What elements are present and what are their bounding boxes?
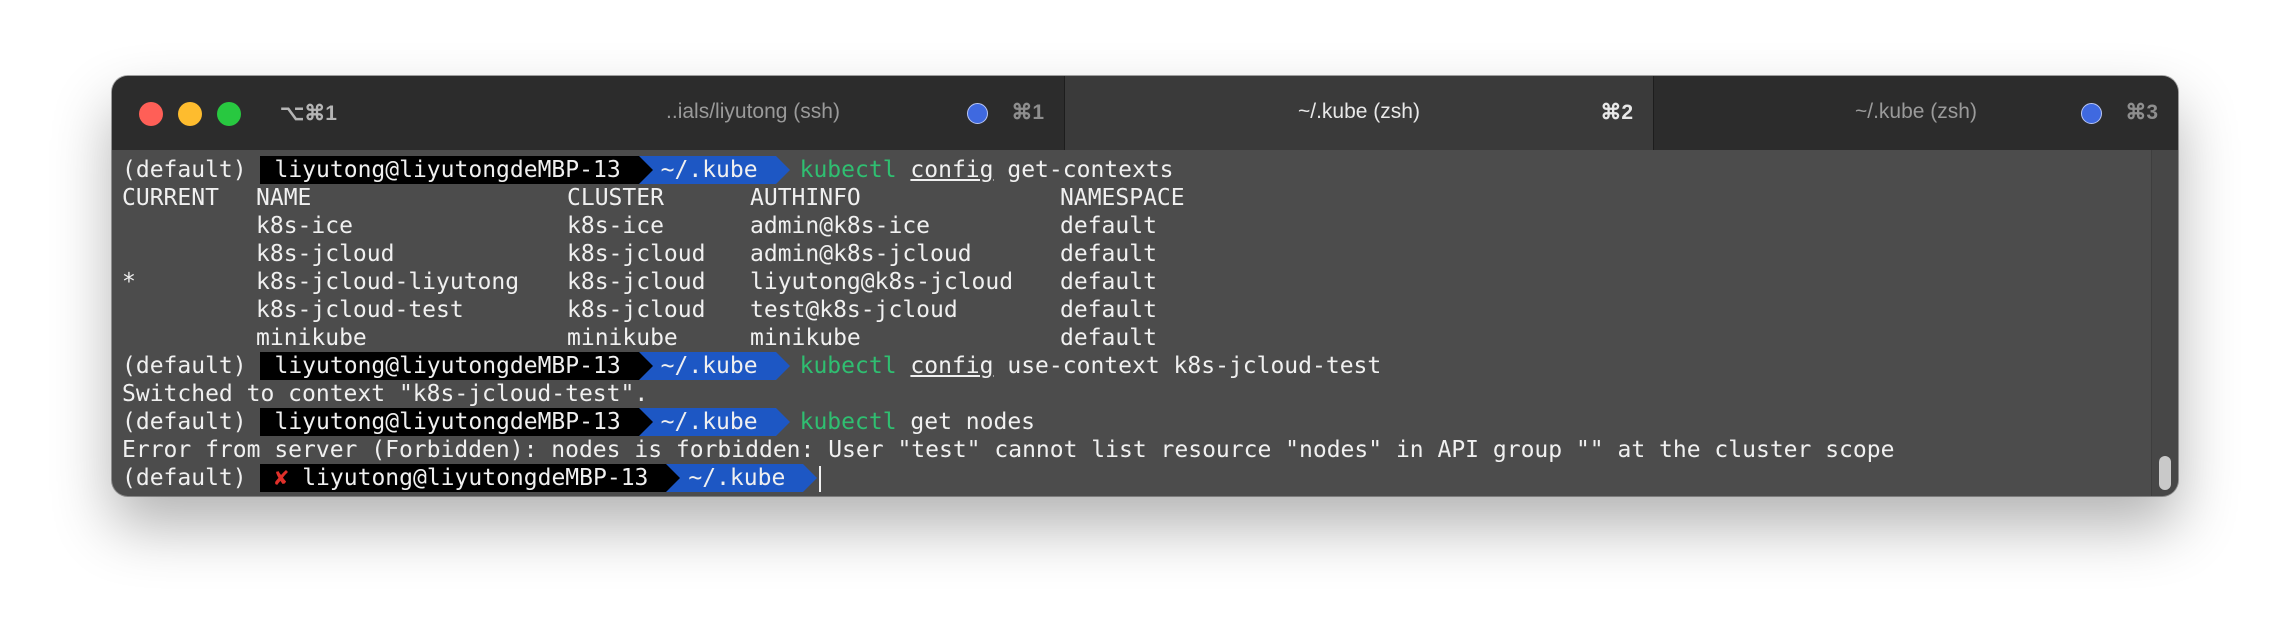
tab-ssh[interactable]: ..ials/liyutong (ssh) ⌘1 (442, 76, 1064, 150)
cell-cluster: k8s-ice (567, 213, 664, 239)
cell-name: k8s-ice (256, 213, 353, 239)
command: kubectl get nodes (800, 409, 1035, 435)
tab-kube[interactable]: ~/.kube (zsh) ⌘3 (1654, 76, 2178, 150)
table-row: k8s-jcloud k8s-jcloud admin@k8s-jcloud defa… (122, 240, 2152, 268)
col-cluster: CLUSTER (567, 185, 664, 211)
prompt-user-host: liyutong@liyutongdeMBP-13 (260, 156, 653, 184)
table-header: CURRENT NAME CLUSTER AUTHINFO NAMESPACE (122, 184, 2152, 212)
prompt-env: (default) (122, 465, 247, 491)
terminal-window: ⌥⌘1 ..ials/liyutong (ssh) ⌘1 ~/.kube (zs… (112, 76, 2178, 496)
scrollbar-thumb[interactable] (2159, 456, 2171, 490)
cell-authinfo: liyutong@k8s-jcloud (750, 269, 1014, 295)
prompt-user-host-error: ✘ liyutong@liyutongdeMBP-13 (260, 464, 681, 492)
activity-dot-icon (2081, 103, 2102, 124)
command-sub: config (910, 157, 994, 183)
cell-authinfo: test@k8s-jcloud (750, 297, 958, 323)
col-namespace: NAMESPACE (1060, 185, 1185, 211)
command: kubectl config use-context k8s-jcloud-te… (800, 353, 1382, 379)
command-args: get nodes (910, 409, 1036, 435)
cell-name: k8s-jcloud-test (256, 297, 464, 323)
table-row: k8s-jcloud-test k8s-jcloud test@k8s-jcloud… (122, 296, 2152, 324)
scrollbar[interactable] (2151, 150, 2178, 496)
cell-cluster: minikube (567, 325, 678, 351)
cell-namespace: default (1060, 325, 1157, 351)
prompt-env: (default) (122, 409, 247, 435)
window-shortcut: ⌥⌘1 (280, 102, 337, 125)
command-args: get-contexts (1007, 157, 1174, 183)
prompt-dir: ~/.kube (638, 408, 790, 436)
minimize-button[interactable] (178, 102, 202, 126)
output-line: Switched to context "k8s-jcloud-test". (122, 381, 649, 407)
activity-dot-icon (967, 103, 988, 124)
prompt-user-host: liyutong@liyutongdeMBP-13 (302, 465, 649, 491)
command-bin: kubectl (799, 409, 897, 435)
current-prompt-line[interactable]: (default) ✘ liyutong@liyutongdeMBP-13 ~/.… (122, 464, 2152, 492)
cell-current: * (122, 269, 136, 295)
tab-shortcut: ⌘1 (1011, 101, 1044, 124)
prompt-env: (default) (122, 157, 247, 183)
command-sub: config (910, 353, 994, 379)
table-row: k8s-ice k8s-ice admin@k8s-ice default (122, 212, 2152, 240)
prompt-user-host: liyutong@liyutongdeMBP-13 (260, 408, 653, 436)
tab-title: ~/.kube (zsh) (1298, 100, 1420, 123)
prompt-dir: ~/.kube (638, 352, 790, 380)
prompt-line: (default) liyutong@liyutongdeMBP-13 ~/.ku… (122, 408, 2152, 436)
cell-name: k8s-jcloud (256, 241, 395, 267)
prompt-line: (default) liyutong@liyutongdeMBP-13 ~/.ku… (122, 352, 2152, 380)
cell-cluster: k8s-jcloud (567, 269, 706, 295)
cell-name: k8s-jcloud-liyutong (256, 269, 520, 295)
text-cursor (819, 465, 822, 492)
prompt-line: (default) liyutong@liyutongdeMBP-13 ~/.ku… (122, 156, 2152, 184)
cell-namespace: default (1060, 241, 1157, 267)
error-x-icon: ✘ (274, 465, 289, 491)
command-bin: kubectl (799, 353, 897, 379)
table-row: * k8s-jcloud-liyutong k8s-jcloud liyutong@k… (122, 268, 2152, 296)
error-output-line: Error from server (Forbidden): nodes is … (122, 437, 1895, 463)
command-bin: kubectl (799, 157, 897, 183)
col-name: NAME (256, 185, 312, 211)
cell-namespace: default (1060, 213, 1157, 239)
prompt-env: (default) (122, 353, 247, 379)
tab-kube-active[interactable]: ~/.kube (zsh) ⌘2 (1064, 76, 1654, 150)
cell-namespace: default (1060, 269, 1157, 295)
tab-shortcut: ⌘3 (2125, 101, 2158, 124)
cell-authinfo: minikube (750, 325, 861, 351)
terminal-output[interactable]: (default) liyutong@liyutongdeMBP-13 ~/.ku… (112, 150, 2152, 496)
col-current: CURRENT (122, 185, 219, 211)
title-bar: ⌥⌘1 ..ials/liyutong (ssh) ⌘1 ~/.kube (zs… (112, 76, 2178, 150)
prompt-dir: ~/.kube (638, 156, 790, 184)
command-args: use-context k8s-jcloud-test (1007, 353, 1382, 379)
cell-name: minikube (256, 325, 367, 351)
close-button[interactable] (139, 102, 163, 126)
cell-cluster: k8s-jcloud (567, 241, 706, 267)
cell-namespace: default (1060, 297, 1157, 323)
prompt-dir: ~/.kube (666, 464, 818, 492)
cell-cluster: k8s-jcloud (567, 297, 706, 323)
command: kubectl config get-contexts (800, 157, 1174, 183)
zoom-button[interactable] (217, 102, 241, 126)
prompt-user-host: liyutong@liyutongdeMBP-13 (260, 352, 653, 380)
col-authinfo: AUTHINFO (750, 185, 861, 211)
table-row: minikube minikube minikube default (122, 324, 2152, 352)
cell-authinfo: admin@k8s-ice (750, 213, 931, 239)
tab-shortcut: ⌘2 (1600, 101, 1633, 124)
cell-authinfo: admin@k8s-jcloud (750, 241, 972, 267)
